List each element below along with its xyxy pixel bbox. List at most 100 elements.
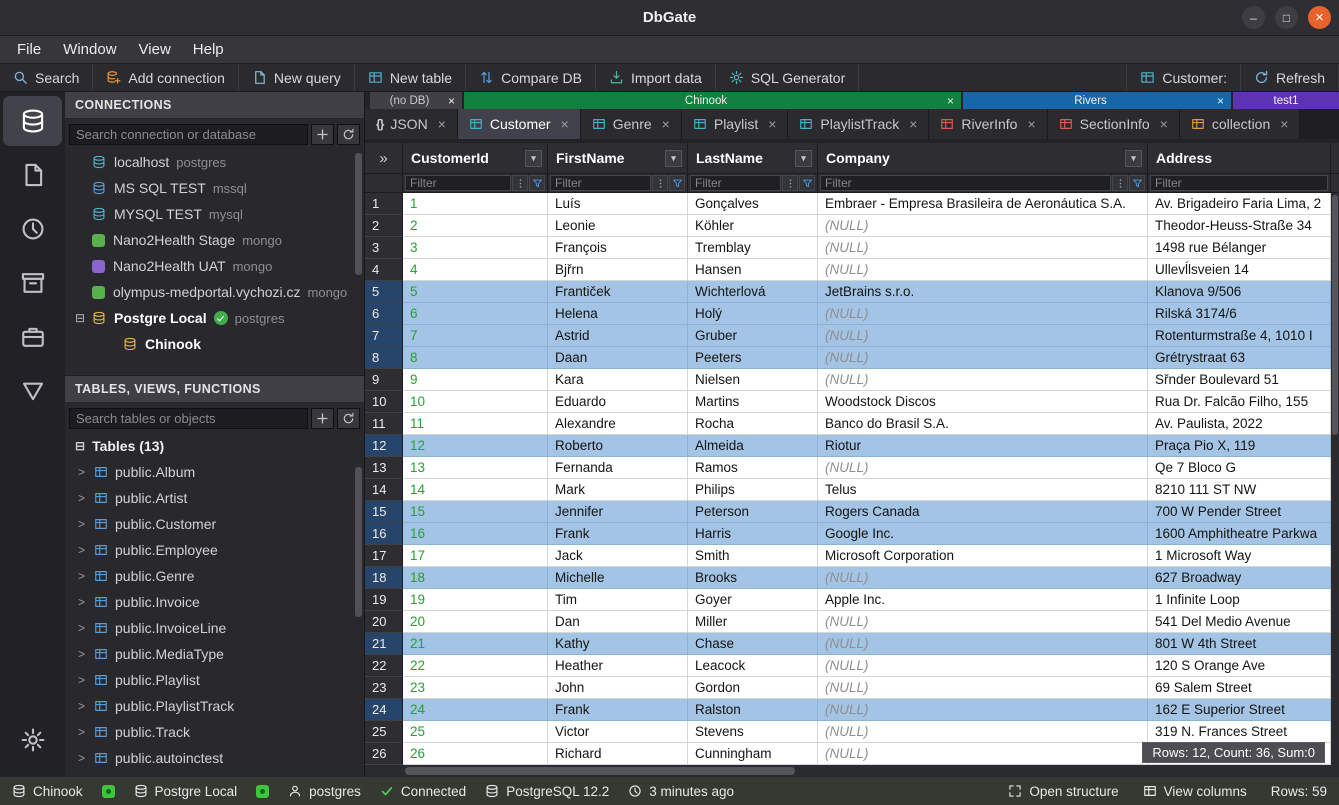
cell-customerid[interactable]: 5 bbox=[403, 281, 548, 303]
vertical-scrollbar-thumb[interactable] bbox=[1332, 195, 1338, 435]
table-item-public-playlisttrack[interactable]: >public.PlaylistTrack bbox=[65, 693, 364, 719]
vertical-scrollbar[interactable] bbox=[1331, 193, 1339, 765]
table-item-public-genre[interactable]: >public.Genre bbox=[65, 563, 364, 589]
cell-company[interactable]: (NULL) bbox=[818, 721, 1148, 743]
status-connected[interactable]: Connected bbox=[380, 784, 466, 799]
table-item-public-playlist[interactable]: >public.Playlist bbox=[65, 667, 364, 693]
table-row[interactable]: 22LeonieKöhler(NULL)Theodor-Heuss-Straße… bbox=[365, 215, 1339, 237]
cell-address[interactable]: 541 Del Medio Avenue bbox=[1148, 611, 1331, 633]
connections-scrollbar[interactable] bbox=[355, 153, 362, 275]
table-item-public-invoiceline[interactable]: >public.InvoiceLine bbox=[65, 615, 364, 641]
cell-address[interactable]: Sřnder Boulevard 51 bbox=[1148, 369, 1331, 391]
cell-lastname[interactable]: Miller bbox=[688, 611, 818, 633]
table-row[interactable]: 2525VictorStevens(NULL)319 N. Frances St… bbox=[365, 721, 1339, 743]
connection-item-mysql-test[interactable]: MYSQL TESTmysql bbox=[65, 201, 364, 227]
horizontal-scrollbar[interactable] bbox=[365, 765, 1339, 777]
maximize-button[interactable]: □ bbox=[1275, 6, 1298, 29]
cell-firstname[interactable]: Luís bbox=[548, 193, 688, 215]
table-row[interactable]: 1212RobertoAlmeidaRioturPraça Pio X, 119 bbox=[365, 435, 1339, 457]
connection-item-olympus-medportal-vychozi-cz[interactable]: olympus-medportal.vychozi.czmongo bbox=[65, 279, 364, 305]
column-header-firstname[interactable]: FirstName▾ bbox=[548, 143, 688, 173]
cell-company[interactable]: Embraer - Empresa Brasileira de Aeronáut… bbox=[818, 193, 1148, 215]
cell-customerid[interactable]: 7 bbox=[403, 325, 548, 347]
tab-collection[interactable]: collection× bbox=[1180, 109, 1301, 139]
cell-firstname[interactable]: Frantiček bbox=[548, 281, 688, 303]
cell-customerid[interactable]: 8 bbox=[403, 347, 548, 369]
cell-customerid[interactable]: 11 bbox=[403, 413, 548, 435]
cell-customerid[interactable]: 23 bbox=[403, 677, 548, 699]
tab-playlisttrack[interactable]: PlaylistTrack× bbox=[788, 109, 929, 139]
cell-firstname[interactable]: Frank bbox=[548, 699, 688, 721]
filter-funnel-icon[interactable] bbox=[529, 175, 545, 191]
tables-group-row[interactable]: ⊟ Tables (13) bbox=[65, 433, 364, 459]
table-row[interactable]: 66HelenaHolý(NULL)Rilská 3174/6 bbox=[365, 303, 1339, 325]
table-item-public-artist[interactable]: >public.Artist bbox=[65, 485, 364, 511]
cell-firstname[interactable]: François bbox=[548, 237, 688, 259]
cell-lastname[interactable]: Peeters bbox=[688, 347, 818, 369]
connection-item-nano2health-uat[interactable]: Nano2Health UATmongo bbox=[65, 253, 364, 279]
cell-company[interactable]: Google Inc. bbox=[818, 523, 1148, 545]
close-icon[interactable]: × bbox=[947, 94, 954, 108]
tab-customer[interactable]: Customer× bbox=[458, 109, 581, 139]
connection-item-ms-sql-test[interactable]: MS SQL TESTmssql bbox=[65, 175, 364, 201]
cell-address[interactable]: Ullevĺlsveien 14 bbox=[1148, 259, 1331, 281]
column-menu-icon[interactable]: ▾ bbox=[525, 150, 542, 167]
minimize-button[interactable]: – bbox=[1242, 6, 1265, 29]
cell-company[interactable]: (NULL) bbox=[818, 369, 1148, 391]
cell-address[interactable]: 120 S Orange Ave bbox=[1148, 655, 1331, 677]
cell-firstname[interactable]: Richard bbox=[548, 743, 688, 765]
status-rows-59[interactable]: Rows: 59 bbox=[1271, 784, 1327, 799]
add-connection-mini-button[interactable] bbox=[311, 124, 334, 145]
cell-company[interactable]: (NULL) bbox=[818, 655, 1148, 677]
cell-address[interactable]: 801 W 4th Street bbox=[1148, 633, 1331, 655]
tables-search-input[interactable] bbox=[69, 408, 308, 429]
close-icon[interactable]: × bbox=[1217, 94, 1224, 108]
cell-customerid[interactable]: 13 bbox=[403, 457, 548, 479]
cell-firstname[interactable]: Roberto bbox=[548, 435, 688, 457]
cell-address[interactable]: Grétrystraat 63 bbox=[1148, 347, 1331, 369]
table-item-public-invoice[interactable]: >public.Invoice bbox=[65, 589, 364, 615]
table-row[interactable]: 1616FrankHarrisGoogle Inc.1600 Amphithea… bbox=[365, 523, 1339, 545]
column-header-address[interactable]: Address bbox=[1148, 143, 1331, 173]
tab-playlist[interactable]: Playlist× bbox=[682, 109, 789, 139]
cell-customerid[interactable]: 21 bbox=[403, 633, 548, 655]
table-item-public-customer[interactable]: >public.Customer bbox=[65, 511, 364, 537]
table-row[interactable]: 2222HeatherLeacock(NULL)120 S Orange Ave bbox=[365, 655, 1339, 677]
tab-genre[interactable]: Genre× bbox=[581, 109, 682, 139]
table-row[interactable]: 1717JackSmithMicrosoft Corporation1 Micr… bbox=[365, 545, 1339, 567]
cell-company[interactable]: (NULL) bbox=[818, 237, 1148, 259]
table-item-public-album[interactable]: >public.Album bbox=[65, 459, 364, 485]
cell-address[interactable]: Theodor-Heuss-Straße 34 bbox=[1148, 215, 1331, 237]
cell-lastname[interactable]: Tremblay bbox=[688, 237, 818, 259]
tab-sectioninfo[interactable]: SectionInfo× bbox=[1048, 109, 1180, 139]
menu-item-window[interactable]: Window bbox=[52, 38, 127, 61]
cell-customerid[interactable]: 25 bbox=[403, 721, 548, 743]
toolbar-current-tab-button[interactable]: Customer: bbox=[1127, 64, 1241, 91]
cell-customerid[interactable]: 3 bbox=[403, 237, 548, 259]
table-row[interactable]: 2323JohnGordon(NULL)69 Salem Street bbox=[365, 677, 1339, 699]
toolbar-sql-generator-button[interactable]: SQL Generator bbox=[716, 64, 859, 91]
cell-company[interactable]: (NULL) bbox=[818, 457, 1148, 479]
refresh-connections-button[interactable] bbox=[337, 124, 360, 145]
cell-lastname[interactable]: Chase bbox=[688, 633, 818, 655]
close-icon[interactable]: × bbox=[438, 116, 446, 132]
cell-company[interactable]: Telus bbox=[818, 479, 1148, 501]
filter-input-customerid[interactable] bbox=[405, 175, 511, 191]
menu-item-view[interactable]: View bbox=[128, 38, 182, 61]
cell-firstname[interactable]: Bjřrn bbox=[548, 259, 688, 281]
cell-customerid[interactable]: 26 bbox=[403, 743, 548, 765]
table-row[interactable]: 77AstridGruber(NULL)Rotenturmstraße 4, 1… bbox=[365, 325, 1339, 347]
collapse-icon[interactable]: ⊟ bbox=[75, 311, 90, 325]
cell-firstname[interactable]: Victor bbox=[548, 721, 688, 743]
filter-menu-button[interactable] bbox=[1112, 175, 1128, 191]
cell-lastname[interactable]: Ramos bbox=[688, 457, 818, 479]
toolbar-refresh-button[interactable]: Refresh bbox=[1241, 64, 1339, 91]
cell-address[interactable]: 69 Salem Street bbox=[1148, 677, 1331, 699]
cell-lastname[interactable]: Hansen bbox=[688, 259, 818, 281]
close-icon[interactable]: × bbox=[561, 116, 569, 132]
close-icon[interactable]: × bbox=[1160, 116, 1168, 132]
cell-address[interactable]: 1 Microsoft Way bbox=[1148, 545, 1331, 567]
cell-customerid[interactable]: 10 bbox=[403, 391, 548, 413]
cell-company[interactable]: (NULL) bbox=[818, 325, 1148, 347]
cell-address[interactable]: 319 N. Frances Street bbox=[1148, 721, 1331, 743]
